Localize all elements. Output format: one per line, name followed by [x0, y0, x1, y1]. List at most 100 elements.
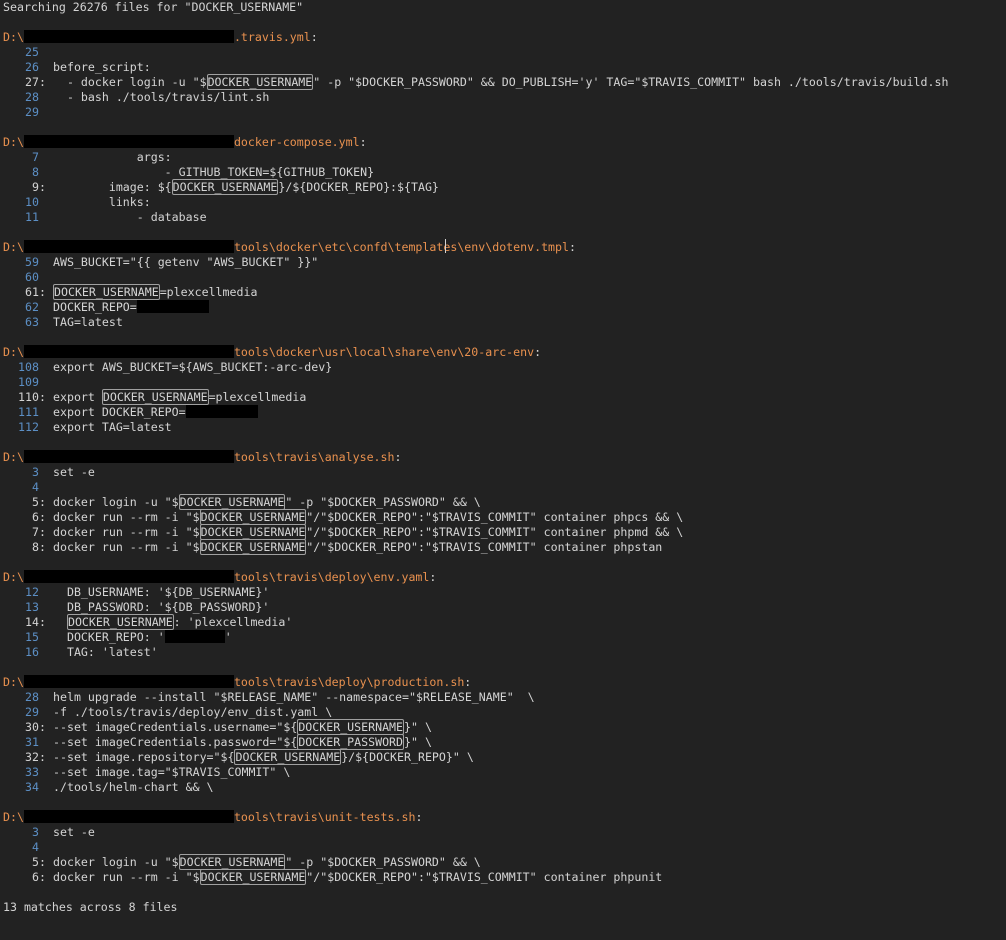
line-number: 34: [25, 780, 39, 794]
code-segment: image: ${: [53, 180, 172, 194]
text-cursor: [445, 239, 446, 253]
context-line[interactable]: 25: [3, 45, 1006, 60]
code-segment: args:: [53, 150, 172, 164]
redacted-path: [23, 810, 234, 823]
file-path[interactable]: tools\travis\analyse.sh: [234, 450, 395, 464]
context-line[interactable]: 16 TAG: 'latest': [3, 645, 1006, 660]
redacted-path: [23, 240, 234, 253]
context-line[interactable]: 26 before_script:: [3, 60, 1006, 75]
file-path-line[interactable]: D:\ tools\travis\analyse.sh:: [3, 450, 1006, 465]
context-line[interactable]: 63 TAG=latest: [3, 315, 1006, 330]
context-line[interactable]: 62 DOCKER_REPO=: [3, 300, 1006, 315]
code-text: DB_PASSWORD: '${DB_PASSWORD}': [53, 600, 269, 614]
file-path-line[interactable]: D:\ tools\travis\deploy\env.yaml:: [3, 570, 1006, 585]
context-line[interactable]: 12 DB_USERNAME: '${DB_USERNAME}': [3, 585, 1006, 600]
context-line[interactable]: 33 --set image.tag="$TRAVIS_COMMIT" \: [3, 765, 1006, 780]
context-line[interactable]: 11 - database: [3, 210, 1006, 225]
match-line[interactable]: 61: DOCKER_USERNAME=plexcellmedia: [3, 284, 1006, 300]
context-line[interactable]: 4: [3, 840, 1006, 855]
context-line[interactable]: 29 -f ./tools/travis/deploy/env_dist.yaml…: [3, 705, 1006, 720]
code-segment: : 'plexcellmedia': [173, 615, 293, 629]
match-highlight: DOCKER_USERNAME: [199, 869, 307, 885]
code-segment: DOCKER_REPO: ': [53, 630, 165, 644]
code-text: links:: [53, 195, 151, 209]
path-colon: :: [569, 240, 576, 254]
line-number: 33: [25, 765, 39, 779]
redacted-value: [185, 405, 258, 418]
code-segment: export DOCKER_REPO=: [53, 405, 186, 419]
file-path[interactable]: tools\docker\usr\local\share\env\20-arc-…: [234, 345, 534, 359]
drive-label: D:\: [3, 240, 24, 254]
line-number: 13: [25, 600, 39, 614]
code-text: DOCKER_USERNAME=plexcellmedia: [53, 284, 257, 300]
redacted-value: [136, 300, 209, 313]
file-path-line[interactable]: D:\ tools\docker\usr\local\share\env\20-a…: [3, 345, 1006, 360]
match-line[interactable]: 8: docker run --rm -i "$DOCKER_USERNAME"/…: [3, 539, 1006, 555]
line-number: 4: [32, 840, 39, 854]
context-line[interactable]: 3 set -e: [3, 825, 1006, 840]
file-path-line[interactable]: D:\ tools\docker\etc\confd\templates\env\…: [3, 240, 1006, 255]
file-path[interactable]: tools\travis\deploy\env.yaml: [234, 570, 429, 584]
match-line[interactable]: 27: - docker login -u "$DOCKER_USERNAME"…: [3, 74, 1006, 90]
match-line[interactable]: 110: export DOCKER_USERNAME=plexcellmedia: [3, 389, 1006, 405]
match-highlight: DOCKER_USERNAME: [199, 524, 307, 540]
line-separator: :: [39, 180, 46, 194]
context-line[interactable]: 15 DOCKER_REPO: ' ': [3, 630, 1006, 645]
file-path[interactable]: docker-compose.yml: [234, 135, 360, 149]
line-number: 60: [25, 270, 39, 284]
match-line[interactable]: 6: docker run --rm -i "$DOCKER_USERNAME"/…: [3, 509, 1006, 525]
drive-label: D:\: [3, 675, 24, 689]
context-line[interactable]: 34 ./tools/helm-chart && \: [3, 780, 1006, 795]
match-highlight: DOCKER_USERNAME: [178, 494, 286, 510]
match-line[interactable]: 6: docker run --rm -i "$DOCKER_USERNAME"/…: [3, 869, 1006, 885]
code-segment: links:: [53, 195, 151, 209]
context-line[interactable]: 111 export DOCKER_REPO=: [3, 405, 1006, 420]
code-segment: TAG=latest: [53, 315, 123, 329]
redacted-path: [23, 135, 234, 148]
file-groups: D:\ .travis.yml: 25 26 before_script: 27: - d…: [3, 30, 1006, 900]
match-line[interactable]: 9: image: ${DOCKER_USERNAME}/${DOCKER_RE…: [3, 179, 1006, 195]
context-line[interactable]: 108 export AWS_BUCKET=${AWS_BUCKET:-arc-d…: [3, 360, 1006, 375]
file-path-line[interactable]: D:\ .travis.yml:: [3, 30, 1006, 45]
path-colon: :: [429, 570, 437, 584]
context-line[interactable]: 112 export TAG=latest: [3, 420, 1006, 435]
match-line[interactable]: 5: docker login -u "$DOCKER_USERNAME" -p …: [3, 494, 1006, 510]
code-segment: }/${DOCKER_REPO}" \: [341, 750, 474, 764]
context-line[interactable]: 8 - GITHUB_TOKEN=${GITHUB_TOKEN}: [3, 165, 1006, 180]
match-line[interactable]: 32: --set image.repository="${DOCKER_USER…: [3, 749, 1006, 765]
file-path[interactable]: .travis.yml: [234, 30, 311, 44]
context-line[interactable]: 13 DB_PASSWORD: '${DB_PASSWORD}': [3, 600, 1006, 615]
code-text: export DOCKER_USERNAME=plexcellmedia: [53, 389, 306, 405]
match-highlight: DOCKER_USERNAME: [178, 854, 286, 870]
match-line[interactable]: 5: docker login -u "$DOCKER_USERNAME" -p …: [3, 854, 1006, 870]
file-path-line[interactable]: D:\ tools\travis\deploy\production.sh:: [3, 675, 1006, 690]
context-line[interactable]: 29: [3, 105, 1006, 120]
context-line[interactable]: 7 args:: [3, 150, 1006, 165]
file-path[interactable]: tools\travis\deploy\production.sh: [234, 675, 464, 689]
redacted-path: [23, 570, 234, 583]
line-number: 8: [32, 540, 39, 554]
redacted-path: [23, 345, 234, 358]
file-path[interactable]: tools\travis\unit-tests.sh: [234, 810, 415, 824]
code-text: helm upgrade --install "$RELEASE_NAME" -…: [53, 690, 535, 704]
context-line[interactable]: 3 set -e: [3, 465, 1006, 480]
context-line[interactable]: 28 helm upgrade --install "$RELEASE_NAME"…: [3, 690, 1006, 705]
file-result-group: D:\ tools\docker\usr\local\share\env\20-a…: [3, 345, 1006, 450]
file-path[interactable]: tools\docker\etc\confd\templates\env\dot…: [234, 240, 569, 254]
file-path-line[interactable]: D:\ docker-compose.yml:: [3, 135, 1006, 150]
context-line[interactable]: 4: [3, 480, 1006, 495]
context-line[interactable]: 28 - bash ./tools/travis/lint.sh: [3, 90, 1006, 105]
context-line[interactable]: 59 AWS_BUCKET="{{ getenv "AWS_BUCKET" }}": [3, 255, 1006, 270]
context-line[interactable]: 109: [3, 375, 1006, 390]
code-segment: DB_PASSWORD: '${DB_PASSWORD}': [53, 600, 270, 614]
code-text: AWS_BUCKET="{{ getenv "AWS_BUCKET" }}": [53, 255, 318, 269]
file-path-line[interactable]: D:\ tools\travis\unit-tests.sh:: [3, 810, 1006, 825]
context-line[interactable]: 31 --set imageCredentials.password="${DOC…: [3, 734, 1006, 750]
match-line[interactable]: 7: docker run --rm -i "$DOCKER_USERNAME"/…: [3, 524, 1006, 540]
match-line[interactable]: 30: --set imageCredentials.username="${DO…: [3, 719, 1006, 735]
context-line[interactable]: 10 links:: [3, 195, 1006, 210]
context-line[interactable]: 60: [3, 270, 1006, 285]
match-line[interactable]: 14: DOCKER_USERNAME: 'plexcellmedia': [3, 614, 1006, 630]
code-text: docker login -u "$DOCKER_USERNAME" -p "$…: [53, 494, 481, 510]
code-segment: docker run --rm -i "$: [53, 540, 200, 554]
